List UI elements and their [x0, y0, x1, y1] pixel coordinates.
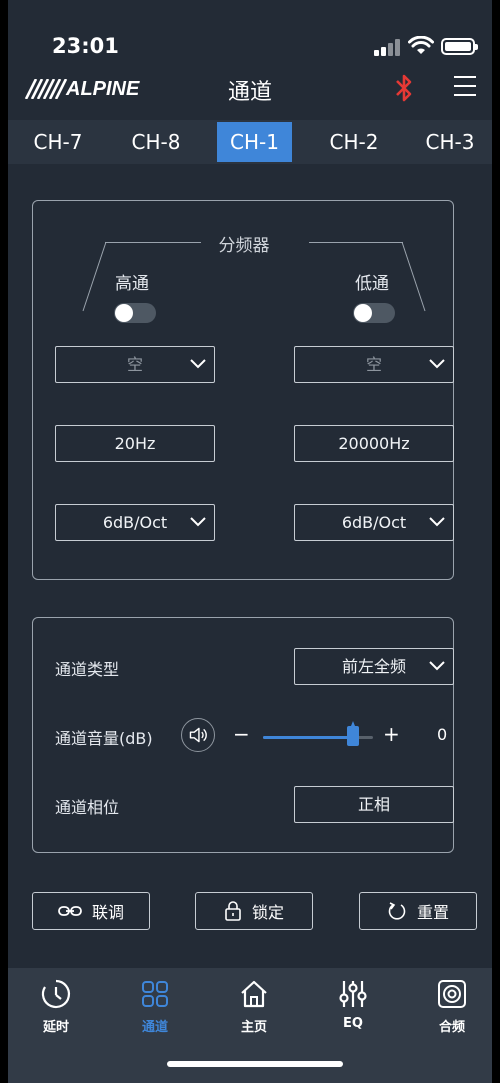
- divider: [401, 241, 426, 312]
- divider: [105, 242, 201, 243]
- app-screen: 23:01 ALPINE 通道 CH-7 CH-8 CH-1 CH-2 CH-3…: [8, 0, 492, 1083]
- battery-icon: [441, 38, 478, 55]
- reset-icon: [388, 902, 406, 920]
- reset-button-label: 重置: [416, 903, 449, 922]
- chevron-down-icon: [429, 517, 445, 527]
- wifi-icon: [408, 36, 434, 54]
- lock-icon: [225, 901, 241, 921]
- highpass-frequency-value: 20Hz: [114, 434, 156, 453]
- status-time: 23:01: [52, 34, 119, 58]
- lowpass-frequency-field[interactable]: 20000Hz: [294, 425, 454, 462]
- link-button[interactable]: 联调: [32, 892, 150, 930]
- lowpass-type-select[interactable]: 空: [294, 346, 454, 383]
- divider: [309, 242, 403, 243]
- logo-stripes-icon: [24, 79, 68, 99]
- lowpass-slope-value: 6dB/Oct: [341, 513, 407, 532]
- sliders-icon: [339, 981, 367, 1007]
- chevron-down-icon: [190, 517, 206, 527]
- tab-ch-3[interactable]: CH-3: [408, 122, 492, 162]
- highpass-type-select[interactable]: 空: [55, 346, 215, 383]
- speaker-icon: [438, 980, 466, 1008]
- bluetooth-icon[interactable]: [392, 72, 416, 104]
- brand-name: ALPINE: [66, 77, 140, 100]
- volume-decrease-button[interactable]: −: [233, 722, 250, 746]
- volume-slider[interactable]: [263, 721, 373, 746]
- highpass-slope-select[interactable]: 6dB/Oct: [55, 504, 215, 541]
- lock-button-label: 锁定: [251, 903, 284, 922]
- channel-type-label: 通道类型: [55, 660, 120, 679]
- home-icon: [241, 980, 267, 1008]
- highpass-slope-value: 6dB/Oct: [102, 513, 168, 532]
- volume-slider-thumb[interactable]: [347, 721, 359, 746]
- channel-type-value: 前左全频: [341, 657, 406, 676]
- reset-button[interactable]: 重置: [359, 892, 477, 930]
- channel-tabs: CH-7 CH-8 CH-1 CH-2 CH-3: [8, 120, 492, 164]
- chevron-down-icon: [429, 661, 445, 671]
- tab-ch-8[interactable]: CH-8: [111, 122, 201, 162]
- crossover-panel: 分频器 高通 低通 空 空 20Hz 20000Hz 6dB/Oct 6dB/O…: [32, 200, 454, 580]
- lowpass-toggle[interactable]: [353, 303, 395, 323]
- lowpass-frequency-value: 20000Hz: [338, 434, 410, 453]
- grid-icon: [142, 981, 168, 1007]
- nav-item-home[interactable]: 主页: [219, 978, 289, 1035]
- link-button-label: 联调: [91, 903, 124, 922]
- nav-item-label: 延时: [42, 1020, 69, 1035]
- menu-icon[interactable]: [454, 76, 476, 98]
- lowpass-label: 低通: [355, 274, 389, 294]
- nav-item-label: 通道: [141, 1020, 168, 1035]
- tab-ch-1[interactable]: CH-1: [217, 122, 292, 162]
- signal-icon: [374, 38, 404, 56]
- clock-icon: [41, 979, 71, 1009]
- channel-phase-value: 正相: [357, 795, 390, 814]
- nav-item-mix[interactable]: 合频: [417, 978, 487, 1035]
- nav-item-eq[interactable]: EQ: [318, 978, 388, 1031]
- channel-phase-label: 通道相位: [55, 798, 120, 817]
- alpine-logo: ALPINE: [24, 78, 139, 100]
- channel-settings-panel: 通道类型 前左全频 通道音量(dB) − + 0 通道相位 正相: [32, 617, 454, 853]
- lowpass-type-value: 空: [365, 355, 382, 374]
- channel-volume-label: 通道音量(dB): [55, 729, 153, 748]
- speaker-icon: [189, 727, 207, 743]
- volume-value: 0: [437, 725, 448, 744]
- divider: [82, 241, 107, 312]
- nav-item-label: 主页: [240, 1020, 267, 1035]
- highpass-type-value: 空: [126, 355, 143, 374]
- channel-phase-button[interactable]: 正相: [294, 786, 454, 823]
- nav-item-channel[interactable]: 通道: [120, 978, 190, 1035]
- nav-item-label: EQ: [343, 1016, 363, 1031]
- channel-type-select[interactable]: 前左全频: [294, 648, 454, 685]
- highpass-label: 高通: [115, 274, 149, 294]
- chevron-down-icon: [429, 359, 445, 369]
- nav-item-delay[interactable]: 延时: [21, 978, 91, 1035]
- highpass-frequency-field[interactable]: 20Hz: [55, 425, 215, 462]
- tab-ch-2[interactable]: CH-2: [308, 122, 400, 162]
- link-icon: [58, 906, 82, 916]
- volume-increase-button[interactable]: +: [383, 722, 400, 746]
- chevron-down-icon: [190, 359, 206, 369]
- home-indicator: [167, 1061, 343, 1067]
- app-header: ALPINE 通道: [8, 64, 492, 114]
- nav-item-label: 合频: [438, 1020, 465, 1035]
- lowpass-slope-select[interactable]: 6dB/Oct: [294, 504, 454, 541]
- tab-ch-7[interactable]: CH-7: [8, 122, 108, 162]
- volume-slider-fill: [263, 736, 353, 739]
- lock-button[interactable]: 锁定: [195, 892, 313, 930]
- mute-button[interactable]: [181, 718, 215, 752]
- status-bar: 23:01: [8, 0, 492, 64]
- highpass-toggle[interactable]: [114, 303, 156, 323]
